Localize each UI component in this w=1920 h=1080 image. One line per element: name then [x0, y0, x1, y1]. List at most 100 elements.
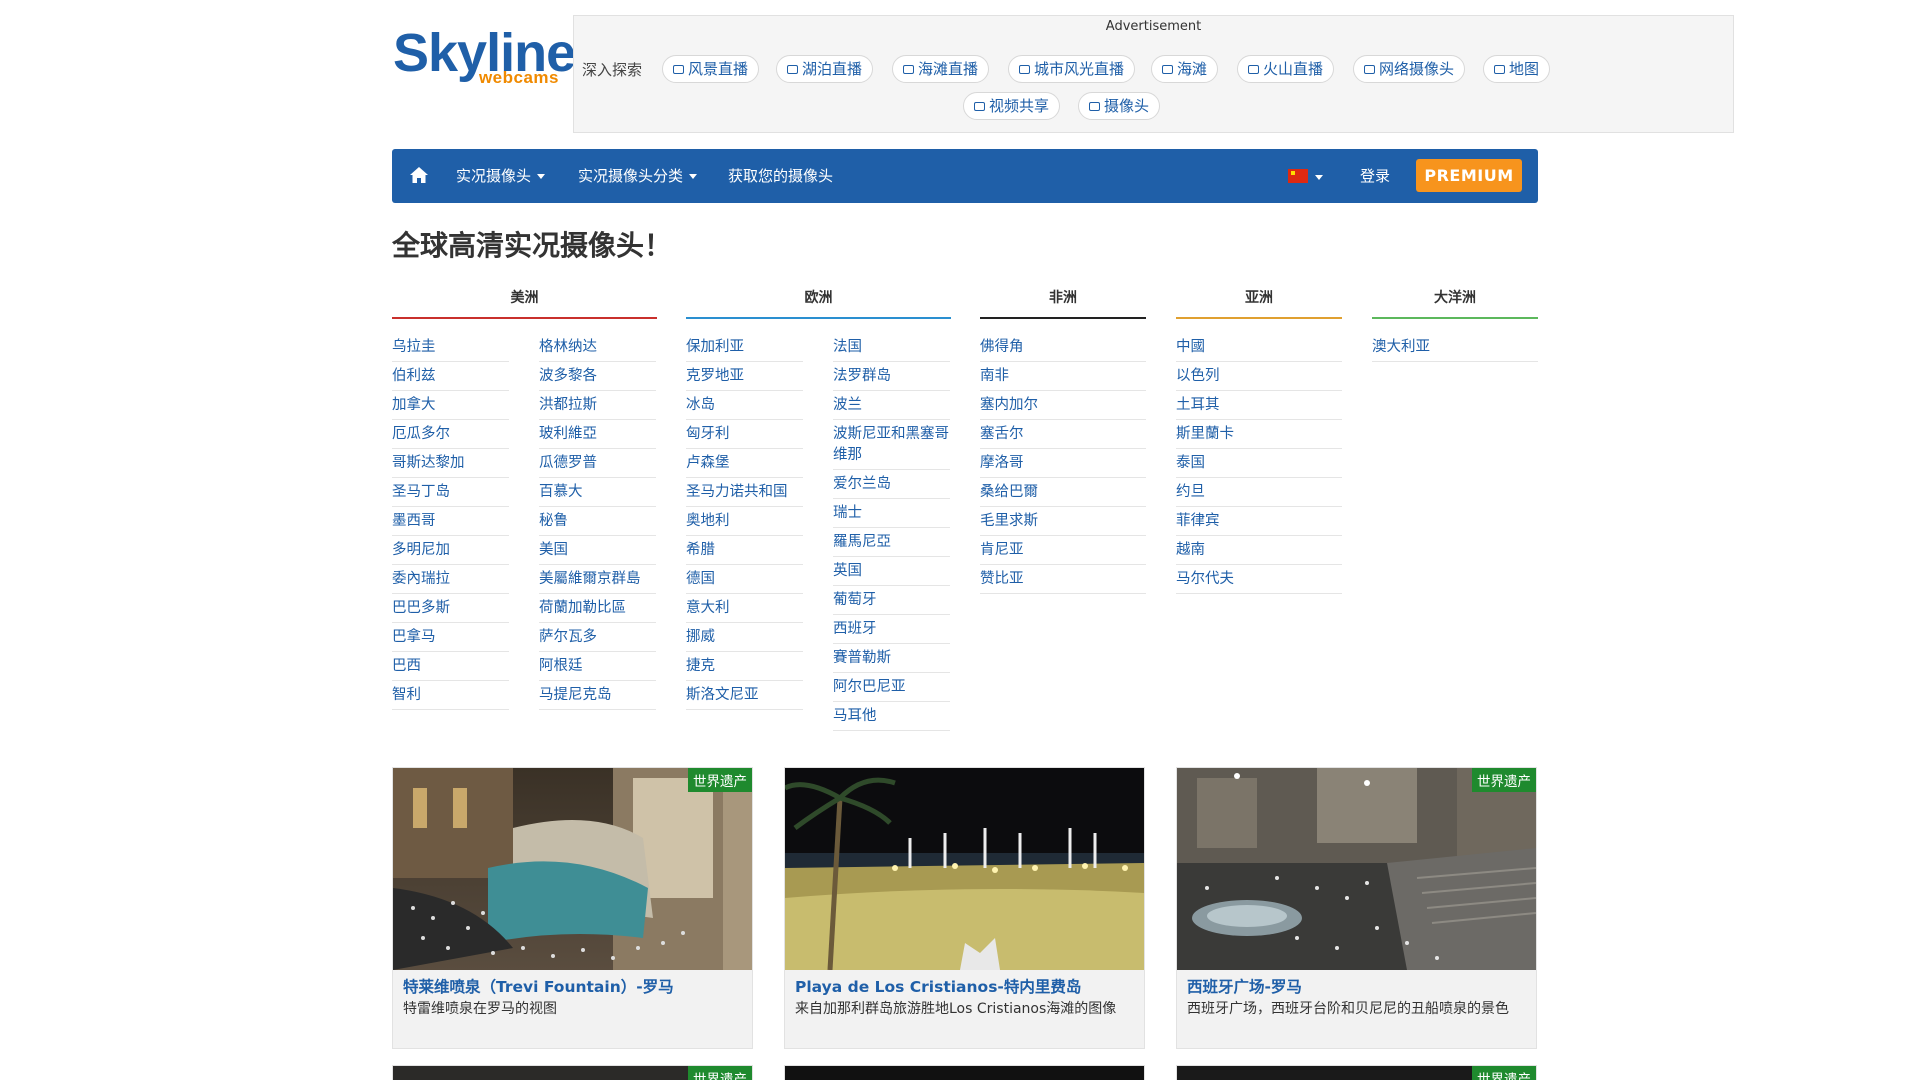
- webcam-thumbnail-spanish-steps[interactable]: 世界遗产: [1177, 768, 1536, 970]
- country-link[interactable]: 塞舌尔: [980, 420, 1146, 449]
- country-link[interactable]: 约旦: [1176, 478, 1342, 507]
- country-link[interactable]: 肯尼亚: [980, 536, 1146, 565]
- country-link[interactable]: 哥斯达黎加: [392, 449, 509, 478]
- country-link[interactable]: 泰国: [1176, 449, 1342, 478]
- country-link[interactable]: 荷蘭加勒比區: [539, 594, 656, 623]
- country-link[interactable]: 格林纳达: [539, 333, 656, 362]
- country-link[interactable]: 澳大利亚: [1372, 333, 1538, 362]
- country-link[interactable]: 中國: [1176, 333, 1342, 362]
- country-link[interactable]: 波兰: [833, 391, 950, 420]
- explore-pill[interactable]: 风景直播: [662, 55, 760, 83]
- country-link[interactable]: 以色列: [1176, 362, 1342, 391]
- country-link[interactable]: 塞内加尔: [980, 391, 1146, 420]
- country-link[interactable]: 法国: [833, 333, 950, 362]
- country-link[interactable]: 伯利兹: [392, 362, 509, 391]
- premium-button[interactable]: PREMIUM: [1416, 159, 1522, 192]
- country-link[interactable]: 葡萄牙: [833, 586, 950, 615]
- webcam-card[interactable]: Playa de Los Cristianos-特内里费岛 来自加那利群岛旅游胜…: [784, 767, 1145, 1049]
- country-link[interactable]: 爱尔兰岛: [833, 470, 950, 499]
- country-link[interactable]: 萨尔瓦多: [539, 623, 656, 652]
- country-link[interactable]: 洪都拉斯: [539, 391, 656, 420]
- explore-pill[interactable]: 地图: [1483, 55, 1551, 83]
- continent-tab-asia[interactable]: 亚洲: [1176, 287, 1342, 319]
- country-link[interactable]: 墨西哥: [392, 507, 509, 536]
- country-link[interactable]: 圣马力诺共和国: [686, 478, 803, 507]
- country-link[interactable]: 賽普勒斯: [833, 644, 950, 673]
- country-link[interactable]: 马尔代夫: [1176, 565, 1342, 594]
- country-link[interactable]: 西班牙: [833, 615, 950, 644]
- country-link[interactable]: 瑞士: [833, 499, 950, 528]
- country-link[interactable]: 奥地利: [686, 507, 803, 536]
- skyline-logo[interactable]: Skyline webcams: [393, 26, 576, 90]
- explore-pill[interactable]: 海滩: [1151, 55, 1219, 83]
- country-link[interactable]: 保加利亚: [686, 333, 803, 362]
- webcam-card-title[interactable]: 特莱维喷泉（Trevi Fountain）-罗马: [403, 975, 674, 997]
- country-link[interactable]: 佛得角: [980, 333, 1146, 362]
- country-link[interactable]: 百慕大: [539, 478, 656, 507]
- country-link[interactable]: 克罗地亚: [686, 362, 803, 391]
- nav-get-cam-link[interactable]: 获取您的摄像头: [728, 165, 833, 186]
- country-link[interactable]: 捷克: [686, 652, 803, 681]
- home-icon[interactable]: [409, 166, 429, 184]
- country-link[interactable]: 波多黎各: [539, 362, 656, 391]
- country-link[interactable]: 冰岛: [686, 391, 803, 420]
- continent-tab-oceania[interactable]: 大洋洲: [1372, 287, 1538, 319]
- explore-pill[interactable]: 城市风光直播: [1008, 55, 1136, 83]
- country-link[interactable]: 瓜德罗普: [539, 449, 656, 478]
- country-link[interactable]: 马耳他: [833, 702, 950, 731]
- country-link[interactable]: 桑给巴爾: [980, 478, 1146, 507]
- country-link[interactable]: 美国: [539, 536, 656, 565]
- country-link[interactable]: 英国: [833, 557, 950, 586]
- country-link[interactable]: 巴巴多斯: [392, 594, 509, 623]
- country-link[interactable]: 卢森堡: [686, 449, 803, 478]
- country-link[interactable]: 斯洛文尼亚: [686, 681, 803, 710]
- explore-pill[interactable]: 视频共享: [963, 92, 1061, 120]
- country-link[interactable]: 匈牙利: [686, 420, 803, 449]
- country-link[interactable]: 菲律宾: [1176, 507, 1342, 536]
- country-link[interactable]: 德国: [686, 565, 803, 594]
- country-link[interactable]: 多明尼加: [392, 536, 509, 565]
- webcam-thumbnail-trevi[interactable]: 世界遗产: [393, 768, 752, 970]
- webcam-card-title[interactable]: 西班牙广场-罗马: [1187, 975, 1302, 997]
- country-link[interactable]: 波斯尼亚和黑塞哥维那: [833, 420, 950, 470]
- explore-pill[interactable]: 火山直播: [1237, 55, 1335, 83]
- country-link[interactable]: 羅馬尼亞: [833, 528, 950, 557]
- continent-tab-europe[interactable]: 欧洲: [686, 287, 951, 319]
- explore-pill[interactable]: 网络摄像头: [1353, 55, 1466, 83]
- explore-pill[interactable]: 海滩直播: [892, 55, 990, 83]
- country-link[interactable]: 赞比亚: [980, 565, 1146, 594]
- webcam-card[interactable]: 世界遗产 特莱维喷泉（Trevi Fountain）-罗马 特雷维喷泉在罗马的视…: [392, 767, 753, 1049]
- explore-pill[interactable]: 摄像头: [1078, 92, 1161, 120]
- country-link[interactable]: 委內瑞拉: [392, 565, 509, 594]
- webcam-card-partial[interactable]: [784, 1065, 1145, 1080]
- webcam-card-partial[interactable]: 世界遗产: [1176, 1065, 1537, 1080]
- caret-down-icon[interactable]: [1315, 175, 1323, 180]
- country-link[interactable]: 土耳其: [1176, 391, 1342, 420]
- country-link[interactable]: 挪威: [686, 623, 803, 652]
- webcam-thumbnail-cristianos[interactable]: [785, 768, 1144, 970]
- continent-tab-africa[interactable]: 非洲: [980, 287, 1146, 319]
- country-link[interactable]: 玻利維亞: [539, 420, 656, 449]
- country-link[interactable]: 马提尼克岛: [539, 681, 656, 710]
- country-link[interactable]: 智利: [392, 681, 509, 710]
- webcam-card-title[interactable]: Playa de Los Cristianos-特内里费岛: [795, 975, 1081, 997]
- country-link[interactable]: 阿根廷: [539, 652, 656, 681]
- webcam-card-partial[interactable]: 世界遗产: [392, 1065, 753, 1080]
- country-link[interactable]: 希腊: [686, 536, 803, 565]
- country-link[interactable]: 斯里蘭卡: [1176, 420, 1342, 449]
- login-link[interactable]: 登录: [1360, 165, 1390, 186]
- continent-tab-america[interactable]: 美洲: [392, 287, 657, 319]
- china-flag-icon[interactable]: [1288, 169, 1308, 183]
- country-link[interactable]: 乌拉圭: [392, 333, 509, 362]
- country-link[interactable]: 法罗群岛: [833, 362, 950, 391]
- country-link[interactable]: 南非: [980, 362, 1146, 391]
- nav-live-cams-dropdown[interactable]: 实况摄像头: [456, 165, 546, 186]
- country-link[interactable]: 摩洛哥: [980, 449, 1146, 478]
- country-link[interactable]: 美屬維爾京群島: [539, 565, 656, 594]
- country-link[interactable]: 巴拿马: [392, 623, 509, 652]
- country-link[interactable]: 圣马丁岛: [392, 478, 509, 507]
- country-link[interactable]: 巴西: [392, 652, 509, 681]
- country-link[interactable]: 加拿大: [392, 391, 509, 420]
- webcam-card[interactable]: 世界遗产 西班牙广场-罗马 西班牙广场，西班牙台阶和贝尼尼的丑船喷泉的景色: [1176, 767, 1537, 1049]
- explore-pill[interactable]: 湖泊直播: [776, 55, 874, 83]
